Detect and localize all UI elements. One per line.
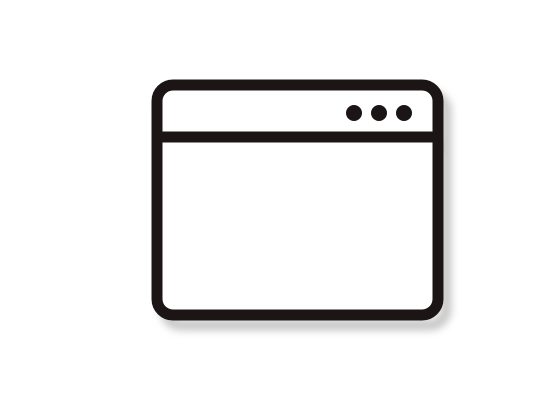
canvas [0, 0, 560, 400]
browser-window-icon [145, 73, 455, 333]
window-frame [151, 79, 444, 321]
window-control-dot-2 [371, 105, 387, 121]
window-control-dot-3 [396, 105, 412, 121]
window-control-dot-1 [346, 105, 362, 121]
